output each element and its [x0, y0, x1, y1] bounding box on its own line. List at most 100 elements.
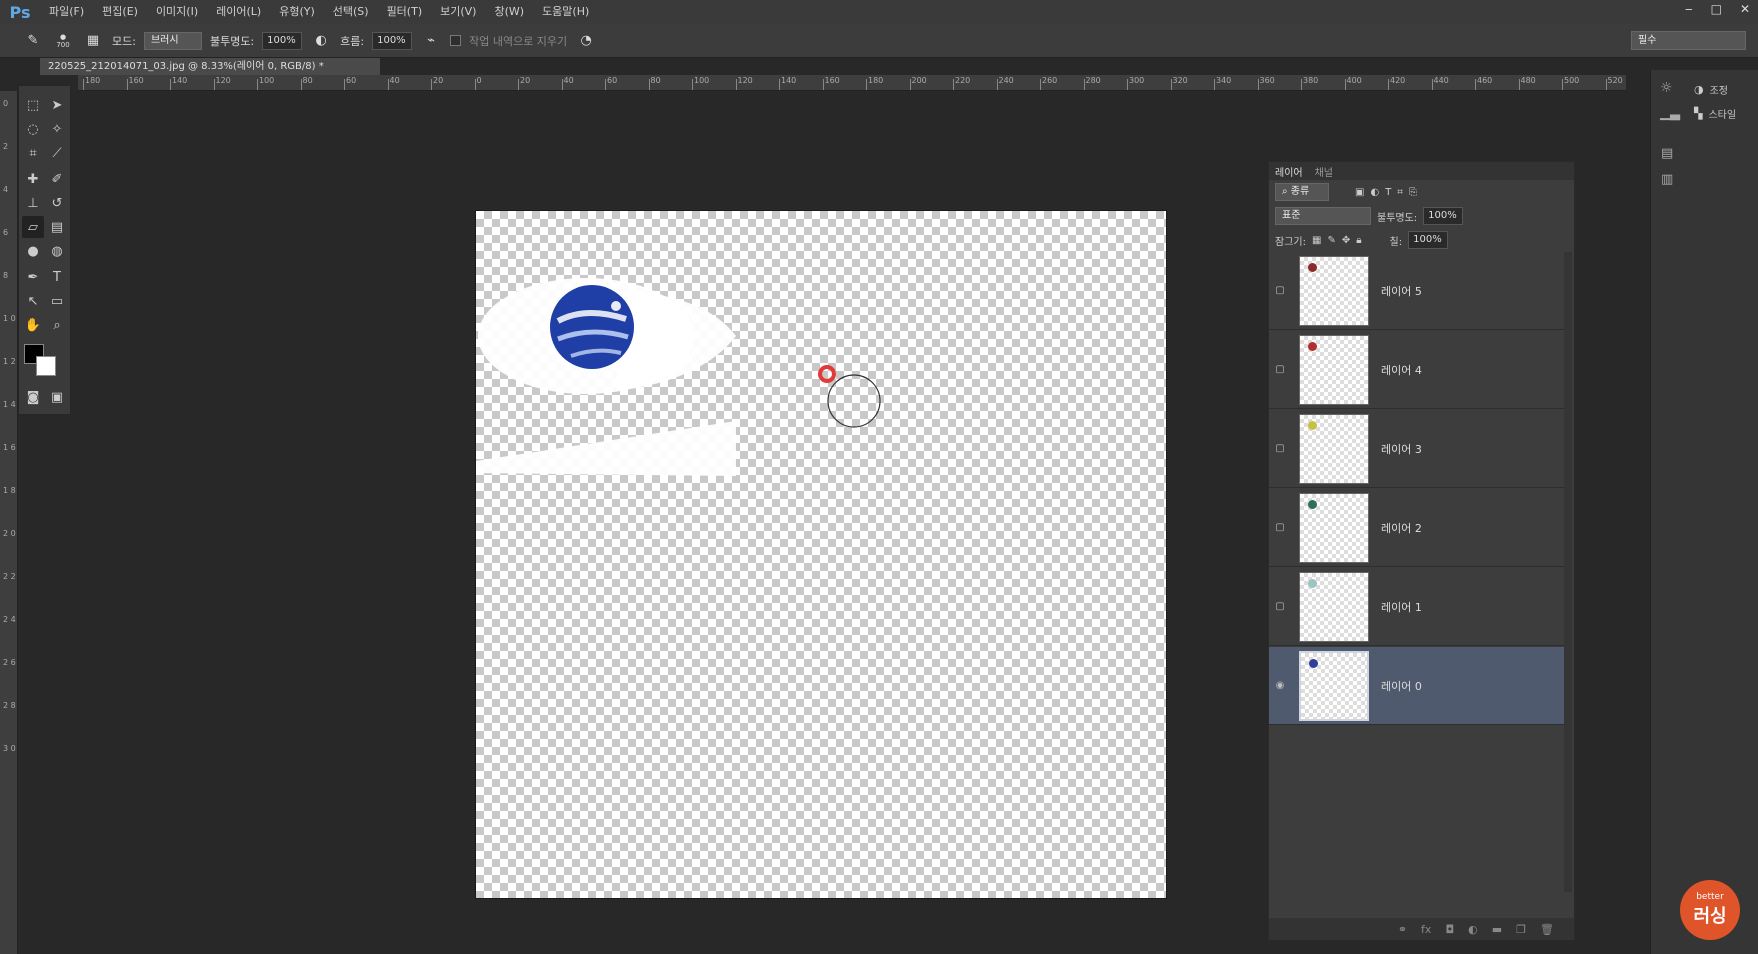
- ruler-tick-label: 20: [520, 76, 531, 85]
- brush-preset-picker[interactable]: ● 700: [52, 30, 74, 52]
- ruler-tick-label: 180: [868, 76, 884, 85]
- menu-item[interactable]: 이미지(I): [147, 0, 207, 24]
- minimize-button[interactable]: ‒: [1685, 2, 1693, 16]
- workspace-select[interactable]: 필수: [1631, 31, 1746, 50]
- blur-tool-icon[interactable]: ●: [22, 240, 44, 262]
- eyedropper-icon[interactable]: ⟋: [46, 142, 68, 164]
- brush-panel-toggle-icon[interactable]: ▦: [82, 30, 104, 52]
- menu-item[interactable]: 창(W): [485, 0, 533, 24]
- menu-item[interactable]: 파일(F): [40, 0, 93, 24]
- menu-item[interactable]: 필터(T): [378, 0, 432, 24]
- mode-select[interactable]: 브러시: [143, 31, 202, 50]
- type-filter-icon[interactable]: T: [1385, 187, 1391, 198]
- folder-icon[interactable]: ▬: [1492, 923, 1502, 936]
- healing-brush-icon[interactable]: ✚: [22, 168, 44, 190]
- tab-layers[interactable]: 레이어: [1275, 164, 1303, 179]
- zoom-tool-icon[interactable]: ⌕: [46, 314, 68, 336]
- lock-position-icon[interactable]: ✥: [1342, 235, 1350, 246]
- document-canvas[interactable]: [475, 210, 1167, 899]
- layer-row[interactable]: ▢ 레이어 5: [1269, 252, 1565, 330]
- erase-history-checkbox[interactable]: [450, 35, 462, 46]
- dodge-tool-icon[interactable]: ◍: [46, 240, 68, 262]
- ruler-tick: [257, 79, 258, 90]
- flow-field[interactable]: 100%: [372, 31, 413, 50]
- pressure-size-icon[interactable]: ◔: [575, 30, 597, 52]
- new-layer-icon[interactable]: ❐: [1516, 923, 1526, 936]
- properties-icon[interactable]: ▤: [1661, 146, 1673, 161]
- trash-icon[interactable]: 🗑︎: [1540, 923, 1554, 936]
- panel-dock-icons: ☼ ▁▃ ▤ ▥: [1650, 70, 1686, 954]
- eraser-tool-icon[interactable]: ▱: [22, 216, 44, 238]
- visibility-box[interactable]: ▢: [1269, 522, 1291, 533]
- filter-kind-select[interactable]: ⌕ 종류: [1275, 183, 1329, 201]
- lock-transparent-icon[interactable]: ▦: [1312, 235, 1321, 246]
- mask-icon[interactable]: ◘: [1445, 923, 1454, 936]
- close-button[interactable]: ✕: [1740, 2, 1750, 16]
- menu-item[interactable]: 보기(V): [431, 0, 485, 24]
- ruler-tick: [953, 79, 954, 90]
- stamp-tool-icon[interactable]: ⊥: [22, 192, 44, 214]
- brush-tool-icon[interactable]: ✐: [46, 168, 68, 190]
- layer-row[interactable]: ▢ 레이어 4: [1269, 331, 1565, 409]
- type-tool-icon[interactable]: T: [46, 266, 68, 288]
- layer-row[interactable]: ◉ 레이어 0: [1269, 647, 1565, 725]
- path-select-icon[interactable]: ↖: [22, 290, 44, 312]
- shape-tool-icon[interactable]: ▭: [46, 290, 68, 312]
- opacity-field[interactable]: 100%: [262, 31, 303, 50]
- document-tab[interactable]: 220525_212014071_03.jpg @ 8.33%(레이어 0, R…: [40, 58, 380, 75]
- smart-object-filter-icon[interactable]: ⎘: [1409, 187, 1417, 198]
- blend-mode-select[interactable]: 표준: [1275, 207, 1371, 225]
- styles-button[interactable]: ▚ 스타일: [1694, 106, 1736, 121]
- gradient-tool-icon[interactable]: ▤: [46, 216, 68, 238]
- visibility-box[interactable]: ▢: [1269, 601, 1291, 612]
- fx-icon[interactable]: fx: [1421, 923, 1431, 936]
- ruler-tick: [300, 79, 302, 90]
- ruler-tick-label: 120: [737, 76, 753, 85]
- visibility-box[interactable]: ▢: [1269, 364, 1291, 375]
- shape-filter-icon[interactable]: ⌗: [1397, 187, 1403, 198]
- visibility-box[interactable]: ▢: [1269, 443, 1291, 454]
- menu-item[interactable]: 도움말(H): [533, 0, 598, 24]
- layer-name: 레이어 1: [1381, 600, 1422, 614]
- tab-channels[interactable]: 채널: [1315, 164, 1333, 179]
- hand-tool-icon[interactable]: ✋: [22, 314, 44, 336]
- move-tool-icon[interactable]: ➤: [46, 94, 68, 116]
- layers-scrollbar[interactable]: [1564, 252, 1572, 892]
- pen-tool-icon[interactable]: ✒: [22, 266, 44, 288]
- magic-wand-icon[interactable]: ✧: [46, 118, 68, 140]
- pixel-filter-icon[interactable]: ▣: [1355, 187, 1364, 198]
- adjustment-icon[interactable]: ◐: [1468, 923, 1478, 936]
- sun-icon[interactable]: ☼: [1660, 80, 1673, 96]
- visibility-box[interactable]: ▢: [1269, 285, 1291, 296]
- eye-icon[interactable]: ◉: [1269, 680, 1291, 691]
- maximize-button[interactable]: □: [1711, 2, 1722, 16]
- lock-pixels-icon[interactable]: ✎: [1327, 235, 1335, 246]
- lasso-tool-icon[interactable]: ◌: [22, 118, 44, 140]
- adjustments-button[interactable]: ◑ 조정: [1694, 82, 1728, 97]
- histogram-icon[interactable]: ▁▃: [1660, 106, 1680, 121]
- layer-row[interactable]: ▢ 레이어 3: [1269, 410, 1565, 488]
- layer-opacity-field[interactable]: 100%: [1423, 207, 1464, 225]
- lock-all-icon[interactable]: 🔒︎: [1356, 235, 1361, 246]
- adjustment-filter-icon[interactable]: ◐: [1370, 187, 1379, 198]
- crop-tool-icon[interactable]: ⌗: [22, 142, 44, 164]
- background-color-swatch[interactable]: [36, 356, 56, 376]
- quick-mask-icon[interactable]: ◙: [22, 386, 44, 408]
- menu-item[interactable]: 선택(S): [324, 0, 378, 24]
- layer-row[interactable]: ▢ 레이어 1: [1269, 568, 1565, 646]
- layer-row[interactable]: ▢ 레이어 2: [1269, 489, 1565, 567]
- fill-field[interactable]: 100%: [1408, 231, 1449, 249]
- ruler-tick-label: 1 0: [3, 314, 16, 323]
- eraser-tool-preset-icon[interactable]: ✎: [22, 30, 44, 52]
- pressure-opacity-icon[interactable]: ◐: [310, 30, 332, 52]
- marquee-tool-icon[interactable]: ⬚: [22, 94, 44, 116]
- menu-item[interactable]: 유형(Y): [270, 0, 324, 24]
- airbrush-icon[interactable]: ⌁: [420, 30, 442, 52]
- opacity-label: 불투명도:: [209, 34, 255, 48]
- history-brush-icon[interactable]: ↺: [46, 192, 68, 214]
- link-icon[interactable]: ⚭: [1398, 923, 1407, 936]
- screen-mode-icon[interactable]: ▣: [46, 386, 68, 408]
- notes-icon[interactable]: ▥: [1661, 172, 1673, 187]
- menu-item[interactable]: 편집(E): [93, 0, 147, 24]
- menu-item[interactable]: 레이어(L): [207, 0, 270, 24]
